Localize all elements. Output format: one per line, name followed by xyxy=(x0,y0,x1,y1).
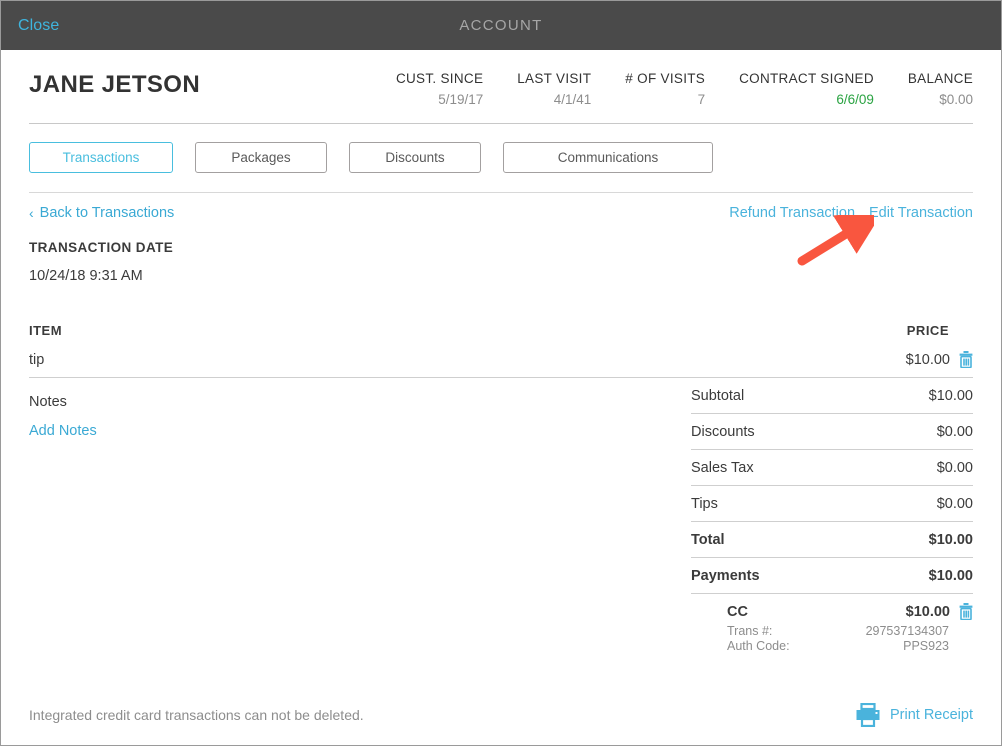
stat-last-visit: LAST VISIT 4/1/41 xyxy=(517,70,591,108)
stat-balance: BALANCE $0.00 xyxy=(908,70,973,108)
summary-label: Payments xyxy=(691,567,760,584)
payment-trans-value: 297537134307 xyxy=(865,624,949,638)
summary-row-sales-tax: Sales Tax $0.00 xyxy=(691,450,973,486)
back-to-transactions-link[interactable]: ‹ Back to Transactions xyxy=(29,205,174,221)
payment-auth-label: Auth Code: xyxy=(727,639,790,653)
item-price-group: $10.00 xyxy=(906,351,973,368)
notes-label: Notes xyxy=(29,394,67,410)
summary-row-discounts: Discounts $0.00 xyxy=(691,414,973,450)
summary-label: Total xyxy=(691,531,725,548)
printer-icon xyxy=(855,703,881,727)
account-tabs: Transactions Packages Discounts Communic… xyxy=(1,124,1001,173)
stat-number-of-visits: # OF VISITS 7 xyxy=(625,70,705,108)
summary-row-subtotal: Subtotal $10.00 xyxy=(691,378,973,414)
payment-amount-group: $10.00 xyxy=(906,603,973,620)
stat-cust-since: CUST. SINCE 5/19/17 xyxy=(396,70,483,108)
payment-trans-number-line: Trans #: 297537134307 xyxy=(727,624,973,639)
back-to-transactions-label: Back to Transactions xyxy=(39,204,175,221)
stat-contract-signed: CONTRACT SIGNED 6/6/09 xyxy=(739,70,874,108)
stat-value: $0.00 xyxy=(939,92,973,107)
payment-meta: Trans #: 297537134307 Auth Code: PPS923 xyxy=(727,624,973,654)
summary-label: Sales Tax xyxy=(691,459,754,476)
add-notes-link[interactable]: Add Notes xyxy=(29,423,691,439)
payment-auth-value: PPS923 xyxy=(903,639,949,653)
summary-column: Subtotal $10.00 Discounts $0.00 Sales Ta… xyxy=(691,378,973,661)
customer-name: JANE JETSON xyxy=(29,71,201,98)
transaction-body: Notes Add Notes Subtotal $10.00 Discount… xyxy=(29,378,973,661)
modal-footer: Integrated credit card transactions can … xyxy=(1,685,1001,745)
chevron-left-icon: ‹ xyxy=(29,204,34,221)
tab-discounts[interactable]: Discounts xyxy=(349,142,481,173)
notes-column: Notes Add Notes xyxy=(29,378,691,661)
close-button[interactable]: Close xyxy=(18,17,59,35)
print-receipt-button[interactable]: Print Receipt xyxy=(855,703,973,727)
item-price: $10.00 xyxy=(905,351,950,368)
transaction-actions: Refund Transaction Edit Transaction xyxy=(729,205,973,221)
summary-label: Discounts xyxy=(691,423,755,440)
stat-value: 6/6/09 xyxy=(836,92,874,107)
modal-title: ACCOUNT xyxy=(459,17,543,34)
transaction-action-row: ‹ Back to Transactions Refund Transactio… xyxy=(29,193,973,221)
trash-icon[interactable] xyxy=(959,603,973,620)
stat-value: 7 xyxy=(697,92,706,107)
summary-row-total: Total $10.00 xyxy=(691,522,973,558)
trash-icon[interactable] xyxy=(959,351,973,368)
transaction-date-value: 10/24/18 9:31 AM xyxy=(29,268,143,284)
tab-communications[interactable]: Communications xyxy=(503,142,713,173)
payment-amount: $10.00 xyxy=(905,603,950,620)
summary-row-tips: Tips $0.00 xyxy=(691,486,973,522)
price-column-header: PRICE xyxy=(906,323,949,338)
stat-label: CONTRACT SIGNED xyxy=(739,71,874,86)
stat-value: 4/1/41 xyxy=(553,92,592,107)
tab-packages[interactable]: Packages xyxy=(195,142,327,173)
summary-value: $10.00 xyxy=(928,387,973,404)
stat-label: LAST VISIT xyxy=(517,71,592,86)
summary-value: $10.00 xyxy=(928,567,973,584)
summary-value: $0.00 xyxy=(936,495,973,512)
item-name: tip xyxy=(29,351,45,368)
stat-label: # OF VISITS xyxy=(625,71,706,86)
payment-auth-code-line: Auth Code: PPS923 xyxy=(727,639,973,654)
payment-detail-row: CC $10.00 Trans #: 297537134307 Auth Cod… xyxy=(691,594,973,661)
summary-row-payments: Payments $10.00 xyxy=(691,558,973,594)
table-row: tip $10.00 xyxy=(29,351,973,378)
payment-method-line: CC $10.00 xyxy=(727,603,973,620)
transaction-date-label: TRANSACTION DATE xyxy=(29,240,174,255)
customer-stats: CUST. SINCE 5/19/17 LAST VISIT 4/1/41 # … xyxy=(362,70,973,108)
tab-transactions[interactable]: Transactions xyxy=(29,142,173,173)
summary-label: Tips xyxy=(691,495,718,512)
stat-label: BALANCE xyxy=(907,71,973,86)
modal-title-bar: Close ACCOUNT xyxy=(1,1,1001,50)
summary-value: $0.00 xyxy=(936,423,973,440)
item-column-header: ITEM xyxy=(29,323,63,338)
customer-header: JANE JETSON CUST. SINCE 5/19/17 LAST VIS… xyxy=(1,50,1001,108)
edit-transaction-link[interactable]: Edit Transaction xyxy=(869,205,973,221)
footer-note: Integrated credit card transactions can … xyxy=(29,707,364,723)
refund-transaction-link[interactable]: Refund Transaction xyxy=(729,205,855,221)
print-receipt-label: Print Receipt xyxy=(889,707,973,723)
payment-method: CC xyxy=(727,603,748,620)
payment-trans-label: Trans #: xyxy=(727,624,773,638)
stat-value: 5/19/17 xyxy=(438,92,484,107)
stat-label: CUST. SINCE xyxy=(395,71,484,86)
account-transaction-detail-modal: Close ACCOUNT JANE JETSON CUST. SINCE 5/… xyxy=(0,0,1002,746)
summary-value: $0.00 xyxy=(936,459,973,476)
summary-value: $10.00 xyxy=(928,531,973,548)
item-table-header: ITEM PRICE xyxy=(29,323,973,338)
summary-label: Subtotal xyxy=(691,387,745,404)
